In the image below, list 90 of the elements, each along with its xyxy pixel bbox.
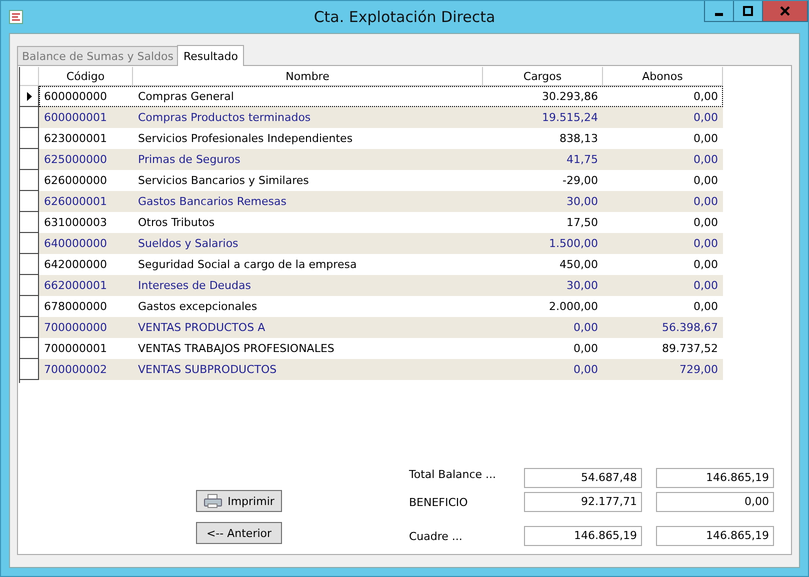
table-cell-text: 0,00 [692,89,719,105]
table-cell-text: 0,00 [572,341,599,357]
table-cell-text: 19.515,24 [541,110,599,126]
table-cell-text: 0,00 [692,299,719,315]
tab[interactable]: Balance de Sumas y Saldos [17,46,178,65]
total-label: Total Balance ... [409,468,498,481]
maximize-icon [743,6,753,16]
table-cell-text: 640000000 [43,236,108,252]
table-cell-text: 450,00 [558,257,599,273]
printer-icon [204,494,222,508]
current-row-icon [26,92,32,100]
table-cell-text: 0,00 [692,173,719,189]
table-cell-text: 631000003 [43,215,108,231]
table-cell-text: 0,00 [692,131,719,147]
table-cell-text: Sueldos y Salarios [137,236,240,252]
table-cell-text: Gastos excepcionales [137,299,258,315]
total-label: Cuadre ... [409,530,464,542]
table-cell-text: Servicios Bancarios y Similares [137,173,310,189]
table-cell-text: VENTAS PRODUCTOS A [137,320,266,336]
table-cell-text: Servicios Profesionales Independientes [137,131,354,147]
app-icon [8,9,24,25]
table-cell-text: 41,75 [566,152,599,168]
value-field[interactable]: 146.865,19 [656,468,774,488]
print-button[interactable]: Imprimir [196,490,282,512]
value-field[interactable]: 0,00 [656,492,774,512]
minimize-button[interactable] [704,1,734,22]
table-cell-text: 0,00 [692,215,719,231]
total-label: BENEFICIO [409,496,469,508]
table-cell-text: 838,13 [558,131,599,147]
table-cell-text: VENTAS SUBPRODUCTOS [137,362,278,378]
back-button[interactable]: <-- Anterior [196,522,282,544]
table-cell-text: Otros Tributos [137,215,216,231]
row-header[interactable] [20,212,39,233]
table-cell-text: 17,50 [566,215,599,231]
table-cell-text: Seguridad Social a cargo de la empresa [137,257,358,273]
table-cell-text: Intereses de Deudas [137,278,252,294]
minimize-icon [715,12,723,16]
table-cell-text: VENTAS TRABAJOS PROFESIONALES [137,341,336,357]
table-cell-text: 700000001 [43,341,108,357]
table-cell-text: Compras Productos terminados [137,110,312,126]
table-cell-text: 642000000 [43,257,108,273]
table-cell-text: 0,00 [692,236,719,252]
table-cell-text: 2.000,00 [548,299,599,315]
row-header[interactable] [20,338,39,359]
table-cell-text: -29,00 [562,173,599,189]
tab[interactable]: Resultado [177,45,244,66]
table-cell-text: 625000000 [43,152,108,168]
value-field[interactable]: 92.177,71 [524,492,642,512]
table-cell-text: 0,00 [692,152,719,168]
table-cell-text: Gastos Bancarios Remesas [137,194,288,210]
row-header[interactable] [20,296,39,317]
value-field[interactable]: 54.687,48 [524,468,642,488]
table-cell-text: 626000001 [43,194,108,210]
window-title: Cta. Explotación Directa [312,8,496,26]
table-cell-text: 30.293,86 [541,89,599,105]
table-cell-text: 1.500,00 [548,236,599,252]
column-header[interactable]: Cargos [483,67,603,86]
row-header[interactable] [20,86,39,107]
table-cell-text: 600000000 [43,89,108,105]
table-cell-text: 662000001 [43,278,108,294]
row-header[interactable] [20,128,39,149]
table-cell-text: 30,00 [566,278,599,294]
table-cell-text: 0,00 [572,362,599,378]
table-cell-text: 56.398,67 [661,320,719,336]
table-cell-text: 700000002 [43,362,108,378]
table-cell-text: 729,00 [678,362,719,378]
table-cell-text: 678000000 [43,299,108,315]
row-header-corner [20,67,39,86]
table-cell-text: 626000000 [43,173,108,189]
table-cell-text: 0,00 [692,257,719,273]
table-cell-text: 623000001 [43,131,108,147]
row-header[interactable] [20,254,39,275]
column-header[interactable]: Código [39,67,133,86]
table-cell-text: 0,00 [692,278,719,294]
value-field[interactable]: 146.865,19 [656,526,774,546]
table-cell-text: 0,00 [692,110,719,126]
close-button[interactable] [762,1,808,22]
column-header[interactable]: Nombre [133,67,483,86]
table-cell-text: 700000000 [43,320,108,336]
table-cell-text: Primas de Seguros [137,152,242,168]
table-cell-text: 0,00 [572,320,599,336]
table-cell-text: 600000001 [43,110,108,126]
row-header[interactable] [20,170,39,191]
table-cell-text: 0,00 [692,194,719,210]
column-header[interactable]: Abonos [603,67,723,86]
table-cell-text: 30,00 [566,194,599,210]
close-icon [780,6,790,16]
table-cell-text: Compras General [137,89,235,105]
table-cell-text: 89.737,52 [661,341,719,357]
value-field[interactable]: 146.865,19 [524,526,642,546]
